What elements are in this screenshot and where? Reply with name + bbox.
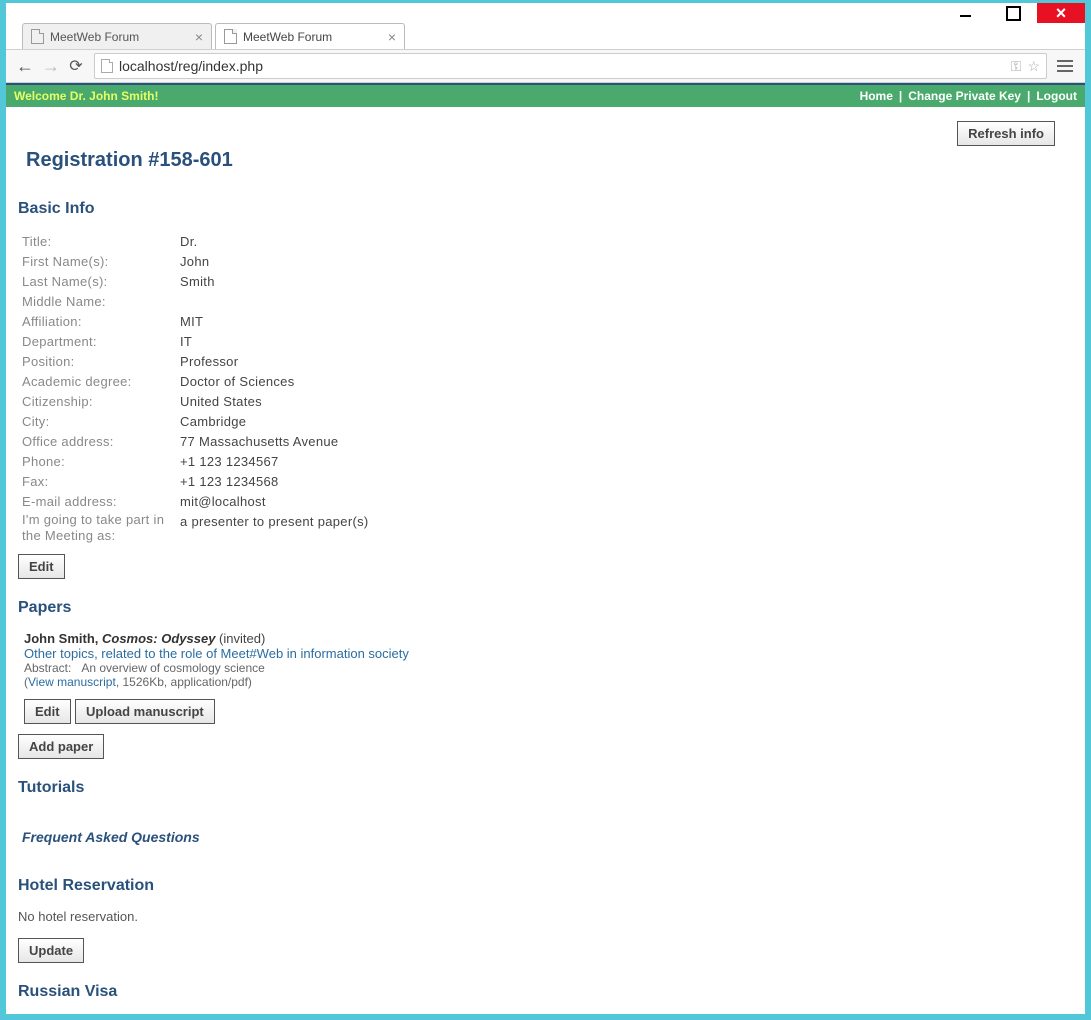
field-label: I'm going to take part in the Meeting as… [22,512,180,544]
update-hotel-button[interactable]: Update [18,938,84,963]
papers-heading: Papers [18,599,1067,617]
file-icon [31,29,44,44]
reload-button[interactable]: ⟳ [68,56,84,76]
field-label: Department: [22,332,180,352]
field-label: Affiliation: [22,312,180,332]
tab-label: MeetWeb Forum [50,30,139,44]
tab-label: MeetWeb Forum [243,30,332,44]
hotel-status: No hotel reservation. [18,909,1067,924]
file-icon [224,29,237,44]
separator: | [1027,89,1030,103]
edit-basic-info-button[interactable]: Edit [18,554,65,579]
field-label: Position: [22,352,180,372]
field-label: Title: [22,232,180,252]
abstract-text: An overview of cosmology science [81,661,264,675]
paper-topic: Other topics, related to the role of Mee… [24,646,1067,661]
field-label: Academic degree: [22,372,180,392]
window-minimize-button[interactable] [941,3,989,23]
field-label: First Name(s): [22,252,180,272]
field-label: Phone: [22,452,180,472]
address-bar[interactable]: ⚿ ☆ [94,53,1047,79]
key-icon[interactable]: ⚿ [1011,58,1022,75]
upload-manuscript-button[interactable]: Upload manuscript [75,699,215,724]
field-value: Smith [180,272,215,292]
field-value: mit@localhost [180,492,266,512]
url-input[interactable] [119,58,1005,74]
paper-invited: (invited) [215,631,265,646]
hamburger-menu-icon[interactable] [1057,57,1075,75]
field-label: Middle Name: [22,292,180,312]
change-private-key-link[interactable]: Change Private Key [908,89,1021,103]
home-link[interactable]: Home [860,89,893,103]
view-manuscript-link[interactable]: View manuscript [28,675,116,689]
browser-tab-2[interactable]: MeetWeb Forum × [215,23,405,49]
window-maximize-button[interactable] [989,3,1037,23]
browser-toolbar: ← → ⟳ ⚿ ☆ [6,50,1085,83]
page-title: Registration #158-601 [26,149,1067,172]
field-label: City: [22,412,180,432]
faq-link[interactable]: Frequent Asked Questions [22,829,1067,845]
hotel-heading: Hotel Reservation [18,877,1067,895]
welcome-text: Welcome Dr. John Smith! [14,89,158,103]
close-tab-icon[interactable]: × [195,29,203,45]
field-value: Cambridge [180,412,246,432]
close-tab-icon[interactable]: × [388,29,396,45]
field-label: Fax: [22,472,180,492]
field-value: Dr. [180,232,198,252]
field-value: MIT [180,312,203,332]
manuscript-meta: , 1526Kb, application/pdf) [116,675,252,689]
abstract-label: Abstract: [24,661,71,675]
refresh-info-button[interactable]: Refresh info [957,121,1055,146]
field-label: E-mail address: [22,492,180,512]
browser-tab-1[interactable]: MeetWeb Forum × [22,23,212,49]
field-value: John [180,252,209,272]
field-value: Doctor of Sciences [180,372,295,392]
basic-info-heading: Basic Info [18,200,1067,218]
star-icon[interactable]: ☆ [1027,58,1040,75]
separator: | [899,89,902,103]
tutorials-heading: Tutorials [18,779,1067,797]
forward-button[interactable]: → [42,56,58,77]
window-titlebar: × [6,3,1085,23]
field-label: Office address: [22,432,180,452]
site-header-bar: Welcome Dr. John Smith! Home | Change Pr… [6,85,1085,107]
page-content[interactable]: Refresh info Registration #158-601 Basic… [6,107,1085,1014]
field-value: 77 Massachusetts Avenue [180,432,338,452]
paper-title: Cosmos: Odyssey [102,631,215,646]
field-value: +1 123 1234568 [180,472,279,492]
field-value: IT [180,332,192,352]
page-icon [101,59,113,73]
field-value: Professor [180,352,238,372]
field-label: Last Name(s): [22,272,180,292]
back-button[interactable]: ← [16,56,32,77]
add-paper-button[interactable]: Add paper [18,734,104,759]
basic-info-table: Title:Dr. First Name(s):John Last Name(s… [22,232,1067,544]
logout-link[interactable]: Logout [1036,89,1077,103]
edit-paper-button[interactable]: Edit [24,699,71,724]
window-close-button[interactable]: × [1037,3,1085,23]
browser-tabstrip: MeetWeb Forum × MeetWeb Forum × [6,23,1085,50]
field-value: +1 123 1234567 [180,452,279,472]
field-value: United States [180,392,262,412]
field-label: Citizenship: [22,392,180,412]
paper-author: John Smith, [24,631,102,646]
field-value: a presenter to present paper(s) [180,512,369,544]
visa-heading: Russian Visa [18,983,1067,1001]
